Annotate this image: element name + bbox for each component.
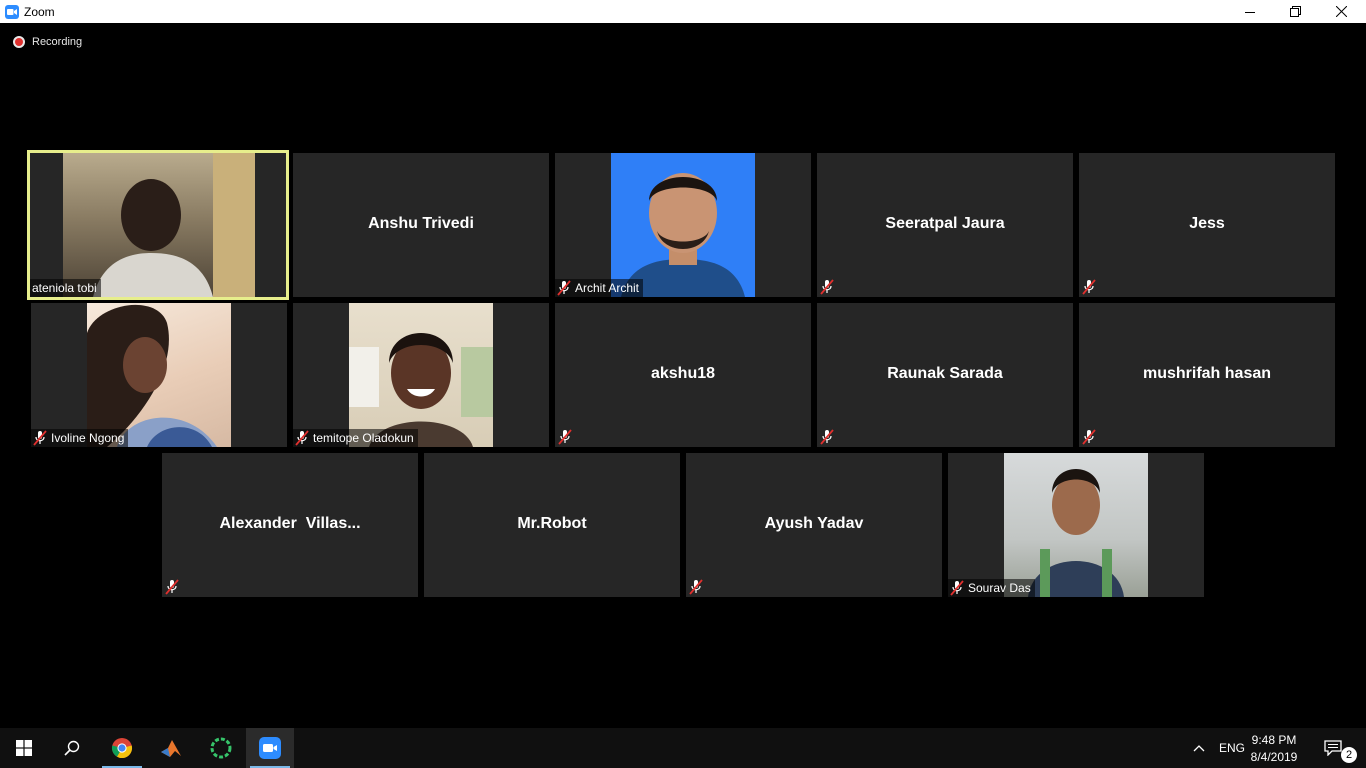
notification-count-badge: 2 [1341,747,1357,763]
participant-tile-temitope-oladokun[interactable]: temitope Oladokun [293,303,549,447]
close-button[interactable] [1318,0,1364,23]
participant-name: Jess [1189,215,1225,232]
participant-tile-ateniola-tobi[interactable]: ateniola tobi [27,150,289,300]
participant-name: Anshu Trivedi [368,215,474,232]
zoom-app-icon [5,4,19,19]
participant-tile-ivoline-ngong[interactable]: Ivoline Ngong [31,303,287,447]
participant-name: Raunak Sarada [887,365,1003,382]
chrome-icon[interactable] [98,728,146,768]
participant-tile-jess[interactable]: Jess [1079,153,1335,297]
muted-mic-icon [1082,279,1096,295]
muted-mic-icon [950,580,964,596]
participant-tile-sourav-das[interactable]: Sourav Das [948,453,1204,597]
taskbar-clock[interactable]: 9:48 PM 8/4/2019 [1244,732,1304,766]
participant-video [87,303,231,447]
start-icon[interactable] [0,728,48,768]
participant-name: Seeratpal Jaura [885,215,1005,232]
participant-name: Sourav Das [968,581,1031,595]
muted-mic-icon [295,430,309,446]
muted-mic-icon [820,279,834,295]
participant-tile-alexander-villas[interactable]: Alexander Villas... [162,453,418,597]
muted-mic-icon [165,579,179,595]
participant-tile-raunak-sarada[interactable]: Raunak Sarada [817,303,1073,447]
participant-name-tag: Ivoline Ngong [31,429,129,447]
recording-label: Recording [32,36,83,48]
search-icon[interactable] [48,728,96,768]
muted-mic-icon [33,430,47,446]
circle-app-icon[interactable] [197,728,245,768]
muted-mic-icon [558,429,572,445]
notification-icon [1324,740,1342,756]
participant-name: akshu18 [650,365,716,382]
windows-taskbar: ENG 9:48 PM 8/4/2019 2 [0,728,1366,768]
participant-video [611,153,755,297]
zoom-icon[interactable] [246,728,294,768]
participant-tile-akshu18[interactable]: akshu18 [555,303,811,447]
window-titlebar: Zoom [0,0,1366,23]
muted-mic-icon [1082,429,1096,445]
muted-mic-icon [820,429,834,445]
recording-indicator[interactable]: Recording [13,36,82,48]
clock-date: 8/4/2019 [1250,750,1298,764]
participant-name-tag: Sourav Das [948,579,1035,597]
participant-name: Ayush Yadav [764,515,864,532]
participant-name-tag: ateniola tobi [30,279,101,297]
clock-time: 9:48 PM [1251,733,1297,747]
chevron-up-icon [1193,745,1205,752]
participant-name: Archit Archit [575,281,640,295]
restore-button[interactable] [1272,0,1318,23]
muted-mic-icon [557,280,571,296]
action-center-button[interactable] [1324,728,1342,768]
language-indicator[interactable]: ENG [1219,728,1245,768]
participant-video [349,303,493,447]
matlab-icon[interactable] [147,728,195,768]
participant-name: temitope Oladokun [313,431,414,445]
participant-name-tag: Archit Archit [555,279,644,297]
participant-video [1004,453,1148,597]
participant-tile-anshu-trivedi[interactable]: Anshu Trivedi [293,153,549,297]
participant-video [63,153,255,297]
participant-tile-mr-robot[interactable]: Mr.Robot [424,453,680,597]
minimize-button[interactable] [1227,0,1273,23]
participant-name: Mr.Robot [517,515,587,532]
participant-name: Ivoline Ngong [51,431,125,445]
participant-tile-seeratpal-jaura[interactable]: Seeratpal Jaura [817,153,1073,297]
participant-tile-mushrifah-hasan[interactable]: mushrifah hasan [1079,303,1335,447]
participant-tile-archit-archit[interactable]: Archit Archit [555,153,811,297]
participant-name: Alexander Villas... [219,515,361,532]
muted-mic-icon [689,579,703,595]
recording-icon [13,36,25,48]
show-hidden-icons-button[interactable] [1193,728,1205,768]
participant-tile-ayush-yadav[interactable]: Ayush Yadav [686,453,942,597]
participant-name-tag: temitope Oladokun [293,429,418,447]
window-title: Zoom [24,4,55,19]
participant-name: mushrifah hasan [1142,365,1272,382]
participant-name: ateniola tobi [32,281,97,295]
